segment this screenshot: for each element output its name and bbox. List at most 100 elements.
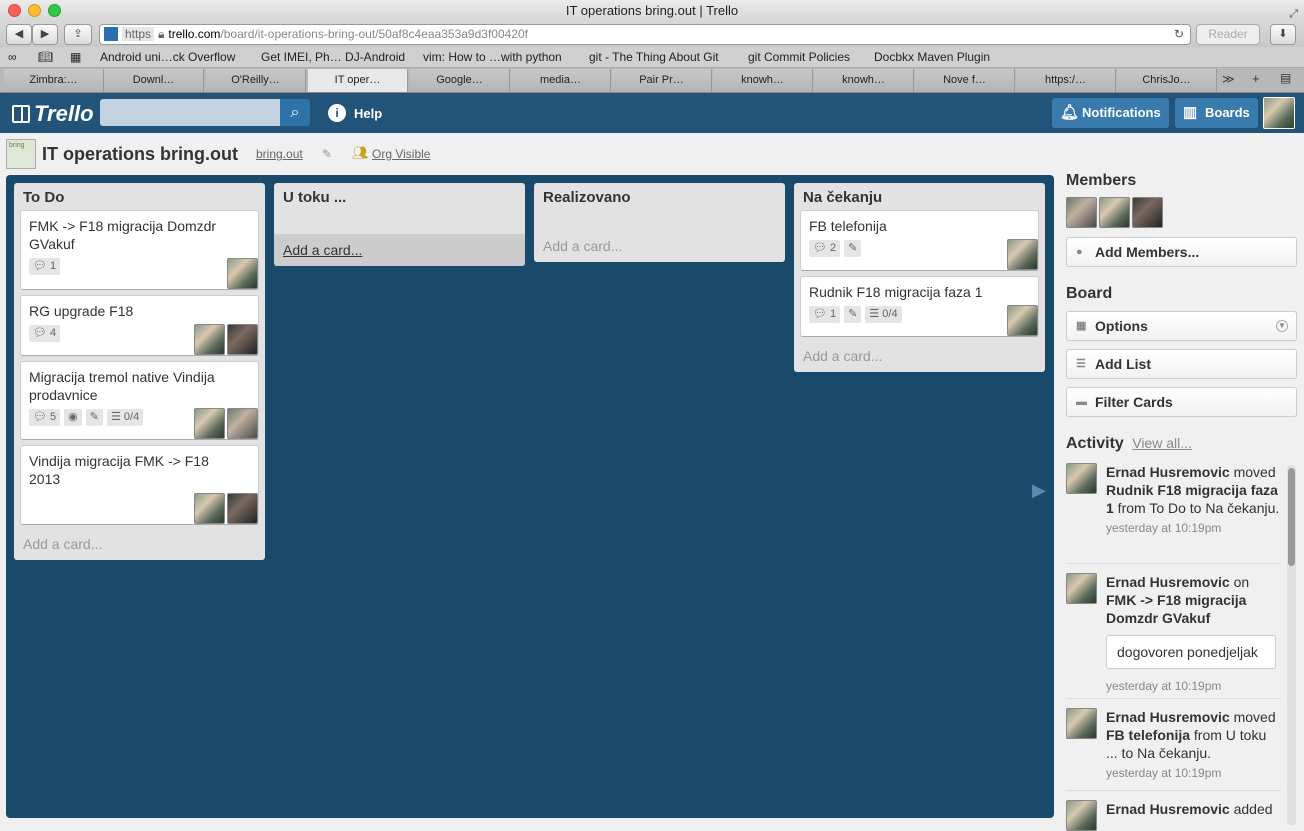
description-pencil-icon: ✎ [85, 409, 103, 426]
card[interactable]: Migracija tremol native Vindija prodavni… [20, 361, 259, 440]
close-window-button[interactable] [8, 4, 21, 17]
browser-tab[interactable]: Pair Pr… [612, 69, 712, 92]
list-title[interactable]: Na čekanju [800, 183, 1039, 210]
bookmark-item[interactable]: Docbkx Maven Plugin [874, 47, 990, 68]
board-visibility-link[interactable]: Org Visible [372, 147, 430, 161]
activity-avatar[interactable] [1066, 708, 1097, 739]
bookmark-item[interactable]: Android uni…ck Overflow [100, 47, 235, 68]
card-member-avatar[interactable] [227, 324, 258, 355]
minimize-window-button[interactable] [28, 4, 41, 17]
board-title[interactable]: IT operations bring.out [42, 144, 238, 165]
reader-button[interactable]: Reader [1196, 24, 1260, 45]
bookmark-item[interactable]: vim: How to …with python [423, 47, 562, 68]
address-bar[interactable]: https 🔒︎ trello.com/board/it-operations-br… [99, 24, 1191, 45]
notifications-button[interactable]: 🔔︎ Notifications [1052, 98, 1169, 128]
browser-tab[interactable]: Downl… [104, 69, 204, 92]
member-avatar[interactable] [1099, 197, 1130, 228]
activity-user[interactable]: Ernad Husremovic [1106, 574, 1230, 590]
card-member-avatar[interactable] [227, 408, 258, 439]
card-member-avatar[interactable] [227, 493, 258, 524]
card[interactable]: FMK -> F18 migracija Domzdr GVakuf 💬︎ 1 [20, 210, 259, 290]
card-member-avatar[interactable] [194, 493, 225, 524]
browser-tab[interactable]: https:/… [1016, 69, 1116, 92]
add-card-link[interactable]: Add a card... [274, 234, 525, 266]
bookmark-item[interactable]: git - The Thing About Git [589, 47, 719, 68]
browser-tab[interactable]: knowh… [814, 69, 914, 92]
board-sidebar: Members ● Add Members... Board ▦ Options ▼ … [1066, 172, 1297, 831]
org-visible-icon: 👥︎ [352, 145, 369, 160]
list-title[interactable]: To Do [20, 183, 259, 210]
member-avatar[interactable] [1132, 197, 1163, 228]
browser-tab[interactable]: Zimbra:… [4, 69, 104, 92]
forward-button[interactable]: ▶ [32, 24, 58, 45]
share-button[interactable]: ⇪ [64, 24, 92, 45]
card[interactable]: Vindija migracija FMK -> F18 2013 [20, 445, 259, 525]
activity-rest: from To Do to Na čekanju. [1113, 500, 1280, 516]
member-avatar[interactable] [1066, 197, 1097, 228]
add-members-button[interactable]: ● Add Members... [1066, 237, 1297, 267]
user-avatar[interactable] [1263, 97, 1295, 129]
add-card-link[interactable]: Add a card... [540, 232, 779, 254]
window-title: IT operations bring.out | Trello [565, 3, 739, 18]
browser-tab-active[interactable]: IT oper… [308, 69, 408, 92]
notifications-label: Notifications [1082, 105, 1161, 120]
add-card-link[interactable]: Add a card... [800, 342, 1039, 364]
activity-heading: Activity [1066, 435, 1124, 452]
top-sites-icon[interactable]: ▦ [70, 47, 81, 68]
filter-cards-button[interactable]: ▬ Filter Cards [1066, 387, 1297, 417]
help-link[interactable]: i Help [328, 104, 382, 122]
card-member-avatar[interactable] [194, 408, 225, 439]
browser-tab[interactable]: knowh… [713, 69, 813, 92]
options-button[interactable]: ▦ Options ▼ [1066, 311, 1297, 341]
activity-user[interactable]: Ernad Husremovic [1106, 464, 1230, 480]
options-icon: ▦ [1076, 320, 1087, 332]
activity-card-link[interactable]: FMK -> F18 migracija Domzdr GVakuf [1106, 592, 1246, 626]
trello-header: Trello ⌕ i Help 🔔︎ Notifications ▥ Boards [0, 93, 1304, 133]
bookmarks-icon[interactable]: 📖︎ [38, 47, 53, 68]
more-tabs-icon[interactable]: ≫ [1222, 72, 1235, 86]
scroll-right-icon[interactable]: ▶ [1032, 480, 1046, 501]
activity-avatar[interactable] [1066, 463, 1097, 494]
card-member-avatar[interactable] [1007, 239, 1038, 270]
card[interactable]: Rudnik F18 migracija faza 1 💬︎ 1 ✎ ☰ 0/4 [800, 276, 1039, 337]
list-na-cekanju: Na čekanju FB telefonija 💬︎ 2 ✎ Rudnik F… [794, 183, 1045, 372]
activity-user[interactable]: Ernad Husremovic [1106, 709, 1230, 725]
board-org-link[interactable]: bring.out [256, 147, 303, 161]
activity-avatar[interactable] [1066, 800, 1097, 831]
activity-item: Ernad Husremovic moved FB telefonija fro… [1066, 708, 1281, 780]
bookmark-item[interactable]: git Commit Policies [748, 47, 850, 68]
view-all-link[interactable]: View all... [1132, 435, 1192, 451]
back-button[interactable]: ◀ [6, 24, 32, 45]
card[interactable]: RG upgrade F18 💬︎ 4 [20, 295, 259, 356]
activity-scrollbar-thumb[interactable] [1288, 468, 1295, 566]
search-icon[interactable]: ⌕ [280, 99, 310, 126]
new-tab-icon[interactable]: + [1252, 71, 1260, 86]
card[interactable]: FB telefonija 💬︎ 2 ✎ [800, 210, 1039, 271]
add-list-button[interactable]: ☰ Add List [1066, 349, 1297, 379]
activity-card-link[interactable]: FB telefonija [1106, 727, 1190, 743]
edit-pencil-icon[interactable]: ✎ [322, 147, 332, 161]
tab-view-icon[interactable]: ▤ [1280, 71, 1291, 85]
browser-tab[interactable]: Google… [410, 69, 510, 92]
zoom-window-button[interactable] [48, 4, 61, 17]
activity-user[interactable]: Ernad Husremovic [1106, 801, 1230, 817]
browser-tab[interactable]: media… [511, 69, 611, 92]
card-member-avatar[interactable] [1007, 305, 1038, 336]
browser-tab[interactable]: Nove f… [915, 69, 1015, 92]
list-title[interactable]: U toku ... [280, 183, 519, 210]
add-card-link[interactable]: Add a card... [20, 530, 259, 552]
browser-tab[interactable]: ChrisJo… [1117, 69, 1217, 92]
boards-button[interactable]: ▥ Boards [1175, 98, 1258, 128]
reading-list-icon[interactable]: ∞ [8, 47, 17, 68]
bookmark-item[interactable]: Get IMEI, Ph… DJ-Android [261, 47, 405, 68]
filter-icon: ▬ [1076, 396, 1087, 408]
card-member-avatar[interactable] [194, 324, 225, 355]
reload-icon[interactable]: ↻ [1174, 25, 1184, 44]
list-title[interactable]: Realizovano [540, 183, 779, 210]
downloads-button[interactable]: ⬇ [1270, 24, 1296, 45]
activity-avatar[interactable] [1066, 573, 1097, 604]
browser-tab[interactable]: O'Reilly… [206, 69, 306, 92]
card-member-avatar[interactable] [227, 258, 258, 289]
trello-logo[interactable]: Trello [12, 101, 94, 127]
search-input[interactable] [100, 99, 280, 126]
